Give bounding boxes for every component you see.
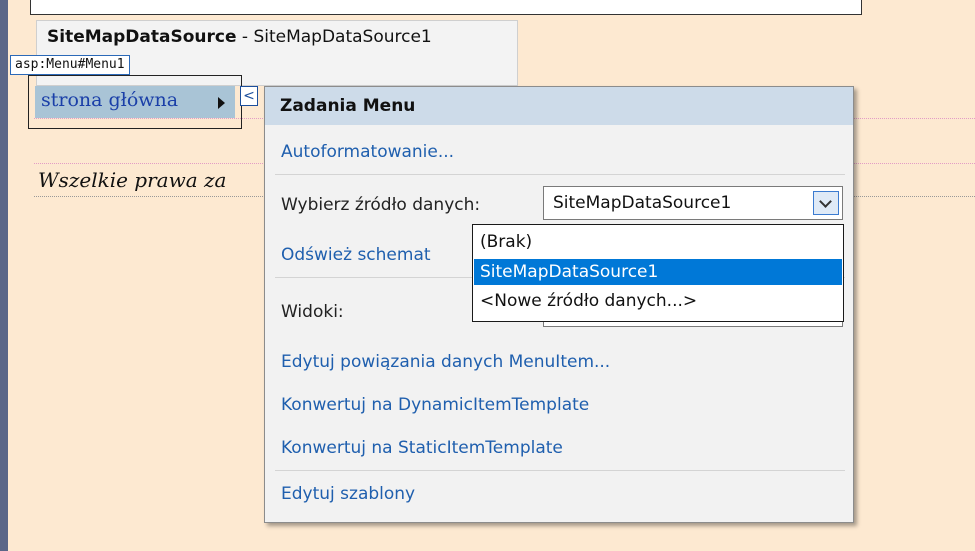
dropdown-option-sitemapdatasource1[interactable]: SiteMapDataSource1 — [474, 259, 842, 285]
top-control-frame — [30, 0, 862, 15]
dropdown-option-new-data-source[interactable]: <Nowe źródło danych...> — [474, 288, 842, 314]
chevron-down-icon — [819, 195, 832, 208]
menu-control-tag: asp:Menu#Menu1 — [10, 55, 130, 75]
menu-item-home-label: strona główna — [41, 89, 179, 111]
menu-item-home[interactable]: strona główna — [35, 86, 235, 118]
edit-menuitem-bindings-link[interactable]: Edytuj powiązania danych MenuItem... — [281, 352, 610, 372]
designer-left-bar — [0, 0, 8, 551]
dropdown-option-none[interactable]: (Brak) — [474, 229, 842, 255]
convert-dynamic-template-link[interactable]: Konwertuj na DynamicItemTemplate — [281, 395, 589, 415]
views-label: Widoki: — [281, 302, 344, 322]
data-source-dropdown-list: (Brak) SiteMapDataSource1 <Nowe źródło d… — [472, 224, 844, 322]
convert-static-template-link[interactable]: Konwertuj na StaticItemTemplate — [281, 438, 563, 458]
data-source-select[interactable]: SiteMapDataSource1 — [543, 186, 843, 220]
data-source-dropdown-button[interactable] — [813, 191, 839, 215]
smart-tag-collapse-button[interactable]: < — [240, 86, 258, 106]
control-instance-name: SiteMapDataSource1 — [253, 27, 432, 47]
submenu-arrow-icon — [218, 97, 225, 109]
edit-templates-link[interactable]: Edytuj szablony — [281, 484, 415, 504]
data-source-label: Wybierz źródło danych: — [281, 195, 481, 215]
refresh-schema-link[interactable]: Odśwież schemat — [281, 245, 431, 265]
control-name-separator: - — [236, 27, 254, 47]
sitemap-datasource-label: SiteMapDataSource - SiteMapDataSource1 — [47, 27, 432, 47]
tasks-separator — [275, 174, 845, 175]
data-source-select-value: SiteMapDataSource1 — [553, 193, 732, 213]
autoformat-link[interactable]: Autoformatowanie... — [281, 142, 454, 162]
menu-tasks-title: Zadania Menu — [265, 87, 853, 125]
control-type-name: SiteMapDataSource — [47, 27, 237, 47]
footer-copyright-text: Wszelkie prawa za — [38, 168, 227, 192]
tasks-separator — [275, 470, 845, 471]
